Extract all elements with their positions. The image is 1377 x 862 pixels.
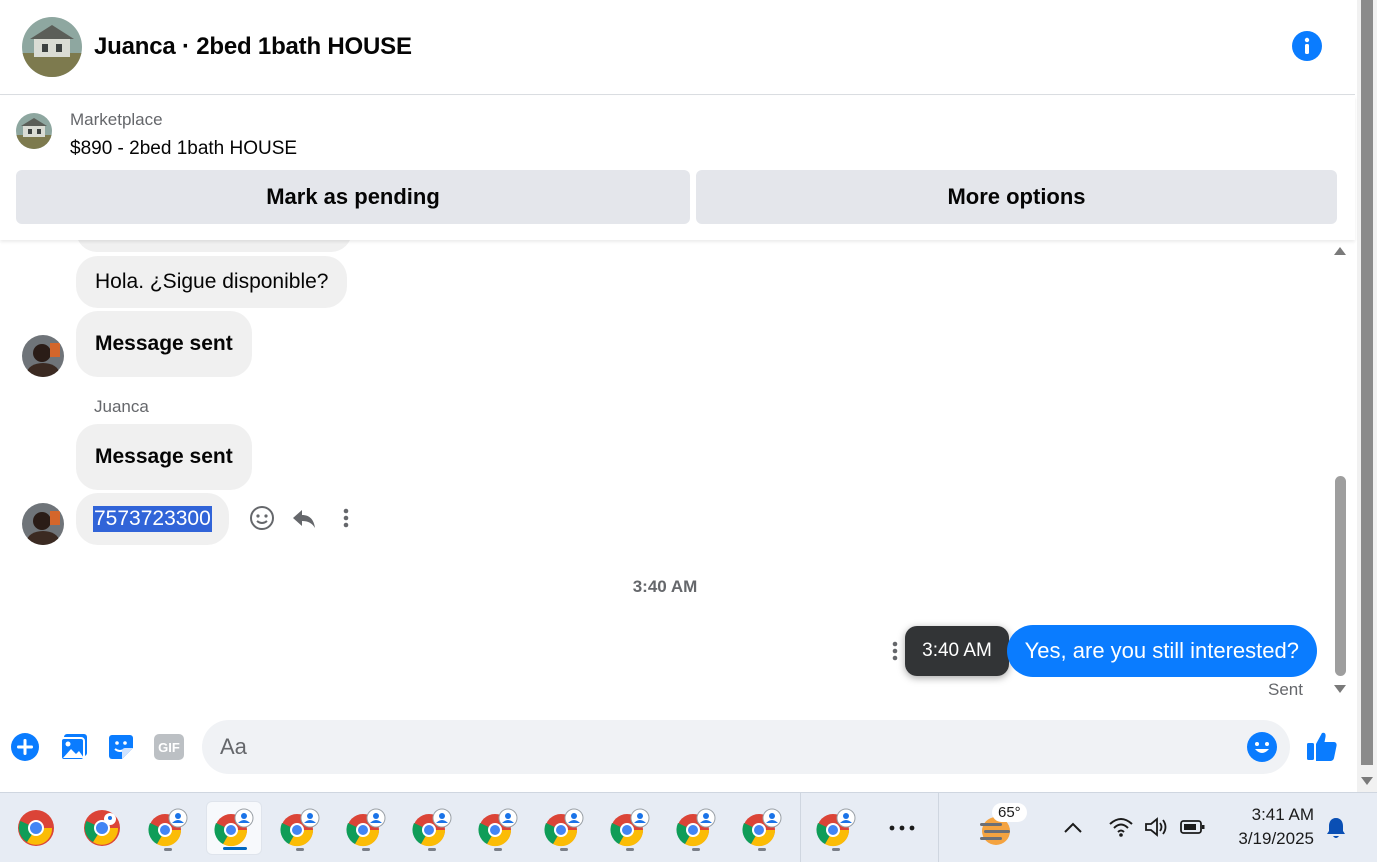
message-text: Message sent	[95, 445, 233, 468]
info-icon[interactable]	[1292, 31, 1322, 61]
react-smiley-icon[interactable]	[248, 504, 276, 532]
chrome-window-taskbar-icon-active[interactable]	[206, 801, 262, 855]
photo-icon[interactable]	[58, 731, 90, 763]
sender-avatar[interactable]	[22, 335, 64, 377]
svg-text:GIF: GIF	[158, 740, 180, 755]
weather-temperature: 65°	[992, 803, 1027, 822]
sender-name: Juanca	[94, 397, 149, 416]
reply-icon[interactable]	[290, 504, 318, 532]
message-text: Hola. ¿Sigue disponible?	[95, 270, 329, 293]
scroll-up-arrow-icon[interactable]	[1333, 246, 1347, 256]
conversation-title: Juanca · 2bed 1bath HOUSE	[94, 33, 412, 60]
chrome-window-taskbar-icon[interactable]	[338, 801, 394, 855]
message-input[interactable]	[202, 720, 1290, 774]
chrome-window-taskbar-icon[interactable]	[808, 801, 864, 855]
marketplace-listing-card: Marketplace $890 - 2bed 1bath HOUSE Mark…	[0, 96, 1355, 240]
chrome-window-taskbar-icon[interactable]	[734, 801, 790, 855]
message-text: Message sent	[95, 332, 233, 355]
chrome-window-taskbar-icon[interactable]	[536, 801, 592, 855]
chrome-window-taskbar-icon[interactable]	[602, 801, 658, 855]
page-scroll-down-icon[interactable]	[1360, 776, 1374, 786]
wifi-icon[interactable]	[1106, 813, 1136, 841]
sender-avatar[interactable]	[22, 503, 64, 545]
listing-thumbnail[interactable]	[16, 113, 52, 149]
message-list: Hola. ¿Sigue disponible? Message sent Ju…	[0, 240, 1330, 710]
scroll-down-arrow-icon[interactable]	[1333, 684, 1347, 694]
message-bubble[interactable]: Message sent	[76, 424, 252, 490]
message-text-selected: 7573723300	[93, 506, 212, 532]
gif-icon[interactable]: GIF	[153, 731, 185, 763]
thumbs-up-icon[interactable]	[1305, 729, 1339, 763]
message-bubble[interactable]: Hola. ¿Sigue disponible?	[76, 256, 348, 308]
emoji-icon[interactable]	[1246, 731, 1278, 763]
delivery-status: Sent	[1268, 680, 1303, 699]
chevron-up-icon[interactable]	[1060, 815, 1086, 841]
chrome-window-taskbar-icon[interactable]	[272, 801, 328, 855]
message-bubble-hidden[interactable]	[76, 240, 352, 252]
more-actions-icon[interactable]	[336, 504, 356, 532]
weather-widget[interactable]: 65°	[968, 801, 1038, 855]
clock-time[interactable]: 3:41 AM	[1222, 805, 1314, 825]
message-bubble[interactable]: 7573723300	[76, 493, 229, 545]
message-scrollbar[interactable]	[1330, 240, 1352, 710]
message-bubble[interactable]: Message sent	[76, 311, 252, 377]
clock-date[interactable]: 3/19/2025	[1222, 829, 1314, 849]
outgoing-message-bubble[interactable]: Yes, are you still interested?	[1006, 625, 1317, 677]
page-scrollbar[interactable]	[1357, 0, 1377, 792]
chrome-taskbar-icon[interactable]	[8, 801, 64, 855]
messenger-window: Juanca · 2bed 1bath HOUSE Marketplace $8…	[0, 0, 1377, 862]
plus-icon[interactable]	[9, 731, 41, 763]
battery-icon[interactable]	[1178, 813, 1208, 841]
chrome-window-taskbar-icon[interactable]	[140, 801, 196, 855]
chrome-window-taskbar-icon[interactable]	[470, 801, 526, 855]
conversation-header: Juanca · 2bed 1bath HOUSE	[0, 0, 1355, 95]
composer: GIF	[0, 712, 1355, 782]
page-scrollbar-thumb[interactable]	[1361, 0, 1373, 765]
listing-title[interactable]: $890 - 2bed 1bath HOUSE	[70, 138, 297, 160]
timestamp-tooltip: 3:40 AM	[905, 626, 1009, 676]
sticker-icon[interactable]	[105, 731, 137, 763]
scrollbar-thumb[interactable]	[1335, 476, 1346, 676]
more-actions-icon[interactable]	[888, 638, 902, 664]
volume-icon[interactable]	[1142, 813, 1172, 841]
overflow-more-icon[interactable]	[874, 801, 930, 855]
listing-avatar[interactable]	[22, 17, 82, 77]
time-divider: 3:40 AM	[632, 577, 698, 596]
chrome-window-taskbar-icon[interactable]	[668, 801, 724, 855]
notification-bell-icon[interactable]	[1322, 813, 1350, 843]
taskbar-separator	[938, 793, 939, 862]
mark-as-pending-button[interactable]: Mark as pending	[16, 170, 690, 224]
chrome-window-taskbar-icon[interactable]	[404, 801, 460, 855]
taskbar-separator	[800, 793, 801, 862]
chrome-profile-taskbar-icon[interactable]	[74, 801, 130, 855]
more-options-button[interactable]: More options	[696, 170, 1337, 224]
marketplace-label: Marketplace	[70, 110, 163, 129]
windows-taskbar: 65° 3:41 AM 3/19/2025	[0, 792, 1377, 862]
message-text: Yes, are you still interested?	[1024, 638, 1299, 663]
